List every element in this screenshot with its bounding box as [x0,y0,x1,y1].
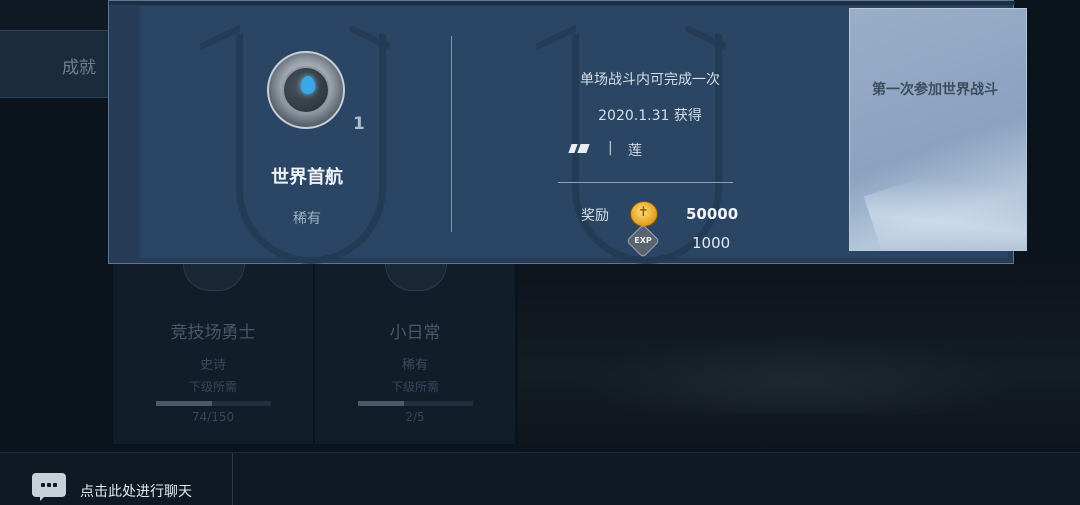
achievement-rarity: 稀有 [293,211,321,227]
achievement-card[interactable]: 小日常 稀有 下级所需 2/5 [315,264,515,444]
achievement-condition: 单场战斗内可完成一次 [580,72,720,88]
background-scene [518,264,1080,449]
water-drop-medal-icon [267,51,345,129]
gold-reward-value: 50000 [686,205,739,223]
exp-reward-value: 1000 [692,234,731,252]
vertical-divider [451,36,452,232]
card-progress-bar [156,401,271,406]
exp-icon-label: EXP [634,236,652,245]
tab-achievements-label: 成就 [62,58,96,78]
achievement-emblem-icon [385,264,447,291]
wing-decoration [200,24,240,51]
achievement-detail-popup[interactable]: 1 世界首航 稀有 单场战斗内可完成一次 2020.1.31 获得 | 莲 奖励… [108,0,1027,264]
achievement-level: 1 [353,114,365,134]
chat-bar[interactable]: 点击此处进行聊天 [0,452,1080,505]
achievement-description: 第一次参加世界战斗 [872,82,998,98]
achievement-name: 世界首航 [271,167,343,188]
popup-content: 1 世界首航 稀有 单场战斗内可完成一次 2020.1.31 获得 | 莲 奖励… [140,6,1027,264]
popup-top-edge [109,1,1015,5]
wing-decoration [536,24,576,51]
tag-separator: | [608,140,613,156]
card-title: 竞技场勇士 [170,323,256,343]
chat-input-hint[interactable]: 点击此处进行聊天 [80,481,192,501]
side-panel-top [0,0,110,30]
card-progress-text: 74/150 [191,410,235,424]
tag-ship-name: 莲 [628,143,642,159]
card-progress-fill [358,401,404,406]
achievement-card[interactable]: 竞技场勇士 史诗 下级所需 74/150 [113,264,313,444]
card-requirement: 下级所需 [188,380,237,394]
ship-tag-icon [568,144,590,153]
card-requirement: 下级所需 [390,380,439,394]
card-rarity: 稀有 [401,358,428,373]
chat-divider [232,453,233,505]
card-progress-bar [358,401,473,406]
tab-achievements[interactable]: 成就 [0,30,110,98]
reward-label: 奖励 [581,208,609,224]
card-rarity: 史诗 [199,358,226,373]
card-title: 小日常 [389,323,441,343]
card-progress-fill [156,401,213,406]
horizontal-divider [558,182,733,183]
obtained-date: 2020.1.31 获得 [598,108,702,124]
card-progress-text: 2/5 [405,410,425,424]
achievement-emblem-icon [183,264,245,291]
achievement-description-panel: 第一次参加世界战斗 [849,8,1027,251]
chat-bubble-icon[interactable] [32,473,66,501]
gold-coin-icon [630,201,658,227]
